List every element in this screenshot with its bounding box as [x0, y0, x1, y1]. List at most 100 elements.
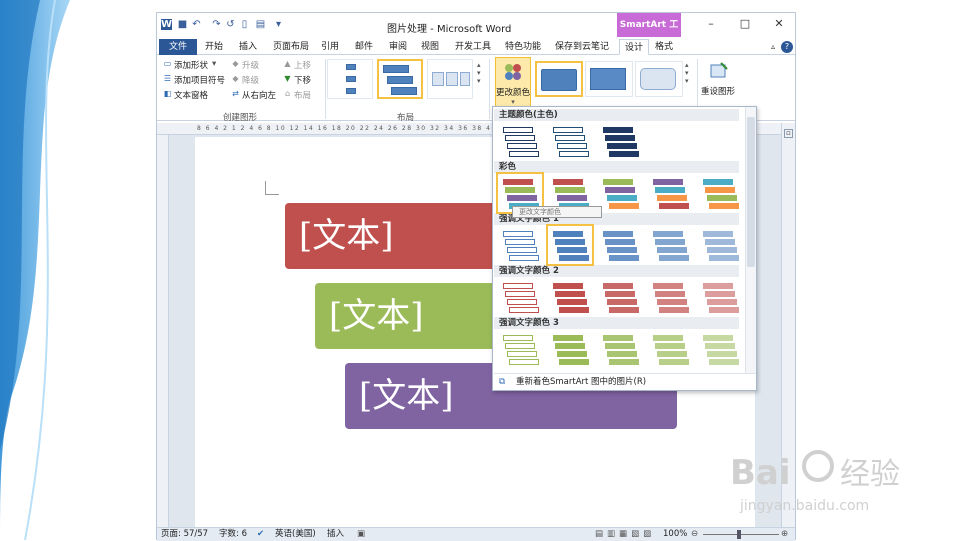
layout-option-3[interactable]	[427, 59, 473, 99]
tab-view[interactable]: 视图	[417, 39, 443, 55]
color-theme-3[interactable]	[599, 123, 641, 159]
color-colorful-3[interactable]	[599, 175, 641, 211]
change-colors-label: 更改颜色	[496, 88, 531, 98]
insert-mode[interactable]: 插入	[327, 528, 344, 541]
tab-special[interactable]: 特色功能	[501, 39, 545, 55]
layout-button[interactable]: 布局	[294, 89, 311, 101]
color-accent1-4[interactable]	[649, 227, 691, 263]
add-bullet-button[interactable]: 添加项目符号	[174, 74, 225, 86]
tab-insert[interactable]: 插入	[235, 39, 261, 55]
view-buttons-icon[interactable]: ▤▥▦▧▨	[595, 528, 655, 541]
tab-page-layout[interactable]: 页面布局	[269, 39, 313, 55]
layout-option-2[interactable]	[377, 59, 423, 99]
move-down-button[interactable]: 下移	[294, 74, 311, 86]
close-button[interactable]: ✕	[771, 17, 787, 31]
palette-icon	[505, 64, 521, 80]
baidu-watermark: Bai 经验 jingyan.baidu.com	[720, 432, 920, 532]
status-bar: 页面: 57/57 字数: 6 ✔ 英语(美国) 插入 ▣ ▤▥▦▧▨ 100%…	[157, 527, 795, 541]
margin-mark	[265, 181, 279, 195]
tab-review[interactable]: 审阅	[385, 39, 411, 55]
tab-developer[interactable]: 开发工具	[451, 39, 495, 55]
color-accent3-5[interactable]	[699, 331, 741, 367]
svg-text:经验: 经验	[840, 457, 900, 492]
minimize-button[interactable]: –	[703, 17, 719, 31]
reset-graphic-button[interactable]: 重设图形	[701, 85, 735, 97]
text-pane-button[interactable]: 文本窗格	[174, 89, 208, 101]
tab-mailings[interactable]: 邮件	[351, 39, 377, 55]
new-icon[interactable]: ▯	[239, 19, 250, 30]
color-tooltip: 更改文字颜色	[512, 206, 602, 218]
color-accent3-4[interactable]	[649, 331, 691, 367]
group-separator	[489, 59, 490, 119]
zoom-slider-track[interactable]	[703, 534, 779, 535]
color-accent1-3[interactable]	[599, 227, 641, 263]
color-accent2-5[interactable]	[699, 279, 741, 315]
color-theme-1[interactable]	[499, 123, 541, 159]
save-icon[interactable]: ■	[177, 19, 188, 30]
tab-file[interactable]: 文件	[159, 39, 197, 55]
color-colorful-5[interactable]	[699, 175, 741, 211]
language[interactable]: 英语(美国)	[275, 528, 316, 541]
layout-gallery-scroll-icon[interactable]: ▴ ▾ ▾	[477, 61, 481, 85]
color-accent1-2[interactable]	[546, 224, 594, 266]
color-theme-2[interactable]	[549, 123, 591, 159]
tab-home[interactable]: 开始	[201, 39, 227, 55]
rtl-icon: ⇄	[232, 89, 239, 98]
move-up-button[interactable]: 上移	[294, 59, 311, 71]
tab-design[interactable]: 设计	[619, 39, 649, 55]
recolor-pictures-option[interactable]: ⧉ 重新着色SmartArt 图中的图片(R)	[494, 373, 756, 391]
color-accent2-1[interactable]	[499, 279, 541, 315]
add-shape-button[interactable]: 添加形状	[174, 59, 208, 71]
proofing-icon[interactable]: ✔	[257, 528, 264, 541]
color-accent2-4[interactable]	[649, 279, 691, 315]
change-colors-dropdown: 主题颜色(主色) 彩色 强调文字颜色 1 强调文字颜色 2 强调文字颜色 3 ⧉…	[492, 106, 757, 391]
undo-icon[interactable]: ↶	[191, 19, 202, 30]
page-count[interactable]: 页面: 57/57	[161, 528, 208, 541]
demote-button[interactable]: 降级	[242, 74, 259, 86]
smartart-style-3[interactable]	[635, 61, 683, 97]
zoom-level[interactable]: 100%	[663, 528, 687, 541]
macro-icon[interactable]: ▣	[357, 528, 365, 541]
style-gallery-scroll-icon[interactable]: ▴ ▾ ▾	[685, 61, 689, 85]
rtl-button[interactable]: 从右向左	[242, 89, 276, 101]
tab-references[interactable]: 引用	[317, 39, 343, 55]
customize-icon[interactable]: ▾	[273, 19, 284, 30]
section-colorful: 彩色	[494, 161, 739, 173]
dropdown-scrollbar[interactable]	[745, 107, 756, 373]
color-accent3-3[interactable]	[599, 331, 641, 367]
color-accent1-1[interactable]	[499, 227, 541, 263]
change-colors-button[interactable]: 更改颜色 ▾	[495, 57, 531, 109]
color-accent3-2[interactable]	[549, 331, 591, 367]
recolor-pictures-label: 重新着色SmartArt 图中的图片(R)	[516, 377, 647, 387]
color-colorful-4[interactable]	[649, 175, 691, 211]
add-shape-dropdown-icon[interactable]: ▾	[212, 59, 216, 69]
smartart-style-1[interactable]	[535, 61, 583, 97]
maximize-button[interactable]: □	[737, 17, 753, 31]
ribbon-collapse-icon[interactable]: ▵	[767, 39, 779, 55]
print-icon[interactable]: ▤	[255, 19, 266, 30]
slide-background-decoration	[0, 0, 160, 540]
color-accent2-3[interactable]	[599, 279, 641, 315]
layout-option-1[interactable]	[327, 59, 373, 99]
redo-icon[interactable]: ↷	[211, 19, 222, 30]
reset-graphic-icon	[709, 61, 729, 81]
tab-format[interactable]: 格式	[651, 39, 677, 55]
color-accent3-1[interactable]	[499, 331, 541, 367]
help-icon[interactable]: ?	[781, 41, 793, 53]
word-count[interactable]: 字数: 6	[219, 528, 247, 541]
zoom-out-icon[interactable]: ⊖	[691, 528, 698, 541]
repeat-icon[interactable]: ↺	[225, 19, 236, 30]
change-colors-dropdown-icon: ▾	[511, 98, 515, 106]
vertical-ruler[interactable]	[157, 135, 169, 529]
tab-cloud-notes[interactable]: 保存到云笔记	[551, 39, 613, 55]
smartart-style-2[interactable]	[585, 61, 633, 97]
recolor-pictures-icon: ⧉	[499, 377, 506, 387]
title-bar: W ■ ↶ ↷ ↺ ▯ ▤ ▾ 图片处理 - Microsoft Word Sm…	[157, 13, 795, 54]
promote-button[interactable]: 升级	[242, 59, 259, 71]
word-icon[interactable]: W	[161, 19, 172, 30]
dropdown-scroll-thumb[interactable]	[747, 117, 755, 267]
color-accent2-2[interactable]	[549, 279, 591, 315]
view-ruler-toggle-icon[interactable]: ▫	[784, 129, 793, 138]
group-separator	[325, 59, 326, 119]
color-accent1-5[interactable]	[699, 227, 741, 263]
